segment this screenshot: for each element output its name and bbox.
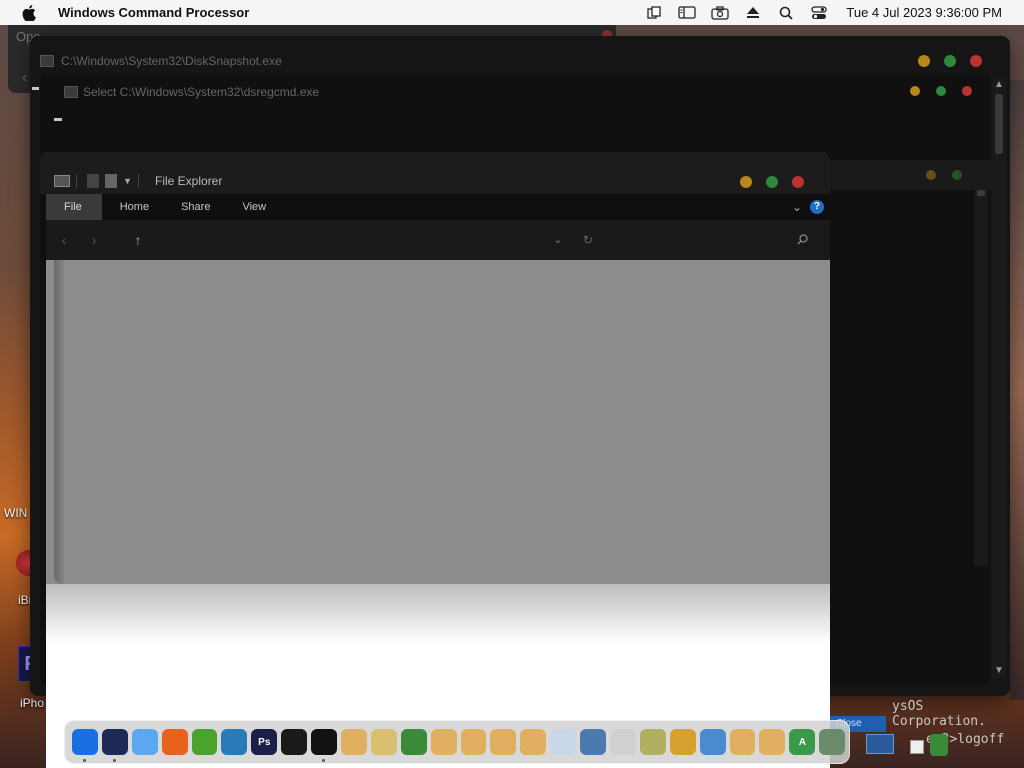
app-a-icon[interactable] — [341, 729, 367, 755]
close-icon[interactable] — [970, 55, 982, 67]
expand-ribbon-icon[interactable]: ⌄ — [792, 200, 802, 214]
folder-icon[interactable] — [131, 729, 158, 755]
sidecar-icon[interactable] — [645, 5, 663, 21]
app-a8-icon[interactable]: A — [789, 729, 816, 755]
explorer-app-icon — [54, 175, 70, 187]
chevron-down-icon[interactable]: ▼ — [123, 176, 132, 186]
photoshop-icon[interactable]: Ps — [251, 729, 278, 755]
maximize-icon[interactable] — [944, 55, 956, 67]
console-cursor — [32, 87, 39, 90]
drive-icon[interactable] — [910, 740, 924, 754]
maximize-icon[interactable] — [952, 170, 962, 180]
menu-bar: Windows Command Processor Tue 4 Jul 2023… — [0, 0, 1024, 25]
tab-share[interactable]: Share — [167, 194, 224, 220]
close-icon[interactable] — [792, 176, 804, 188]
minimize-icon[interactable] — [910, 86, 920, 96]
content-pane-edge — [54, 260, 64, 584]
back-icon[interactable]: ‹ — [56, 232, 72, 248]
file-explorer-title: File Explorer — [155, 174, 223, 188]
menu-bar-clock[interactable]: Tue 4 Jul 2023 9:36:00 PM — [846, 5, 1002, 20]
navigation-bar: ‹ › ↑ ⌄ ↻ — [46, 220, 830, 260]
ribbon-tabs: File Home Share View ⌄ ? — [46, 194, 830, 220]
chevron-left-icon[interactable]: ‹ — [22, 69, 27, 87]
firefox-icon[interactable] — [161, 729, 188, 755]
running-indicator — [83, 759, 86, 762]
tab-file[interactable]: File — [46, 194, 102, 220]
content-pane-overlay — [46, 260, 830, 584]
app-box-icon[interactable] — [819, 729, 846, 755]
dock-tray — [858, 730, 958, 760]
minimize-icon[interactable] — [926, 170, 936, 180]
content-pane-fade — [46, 584, 830, 644]
dsregcmd-title: Select C:\Windows\System32\dsregcmd.exe — [83, 85, 320, 99]
console-icon — [40, 55, 54, 67]
minimize-icon[interactable] — [918, 55, 930, 67]
app-pc-icon[interactable] — [699, 729, 726, 755]
app-a5-icon[interactable] — [520, 729, 547, 755]
utorrent-icon[interactable] — [191, 729, 218, 755]
dsregcmd-scrollbar[interactable] — [974, 174, 988, 566]
desktop-label-win[interactable]: WIN — [4, 506, 27, 520]
camera-icon[interactable] — [711, 5, 730, 21]
console-cursor — [54, 118, 62, 121]
forward-icon[interactable]: › — [86, 232, 102, 248]
app-a4-icon[interactable] — [490, 729, 517, 755]
new-folder-icon[interactable] — [105, 174, 117, 188]
app-a3-icon[interactable] — [460, 729, 487, 755]
app-doc-icon[interactable] — [550, 729, 577, 755]
running-indicator — [112, 759, 116, 762]
eject-icon[interactable] — [744, 5, 762, 21]
up-arrow-icon[interactable]: ↑ — [130, 232, 146, 248]
disksnapshot-title: C:\Windows\System32\DiskSnapshot.exe — [61, 54, 282, 68]
console-icon — [64, 86, 78, 98]
finder-icon[interactable] — [72, 729, 98, 762]
active-app-name[interactable]: Windows Command Processor — [58, 5, 249, 20]
sidebar-icon[interactable] — [678, 5, 697, 21]
toolbar-divider — [76, 174, 77, 188]
minimize-icon[interactable] — [740, 176, 752, 188]
preview-icon[interactable] — [221, 729, 248, 755]
app-a7-icon[interactable] — [759, 729, 786, 755]
close-icon[interactable] — [962, 86, 972, 96]
quick-access-toolbar: ▼ — [54, 174, 139, 188]
ribbon-controls: ⌄ ? — [792, 200, 824, 214]
app-settings-icon[interactable] — [610, 729, 636, 755]
apple-menu-icon[interactable] — [22, 4, 36, 21]
terminal-icon[interactable] — [311, 729, 338, 762]
search-icon[interactable] — [794, 232, 810, 248]
tab-view[interactable]: View — [228, 194, 280, 220]
maximize-icon[interactable] — [936, 86, 946, 96]
app-tools-icon[interactable] — [370, 729, 397, 755]
running-indicator — [322, 759, 326, 762]
control-center-icon[interactable] — [810, 5, 828, 21]
app-network-icon[interactable] — [580, 729, 607, 755]
launchpad-icon[interactable] — [101, 729, 128, 762]
refresh-icon[interactable]: ↻ — [580, 232, 596, 248]
toolbar-divider — [137, 174, 139, 188]
recycle-bin-icon[interactable] — [930, 734, 948, 756]
file-explorer-content[interactable] — [46, 260, 830, 768]
help-icon[interactable]: ? — [810, 200, 824, 214]
apple-app-icon[interactable] — [281, 729, 308, 755]
menu-bar-status-area: Tue 4 Jul 2023 9:36:00 PM — [630, 0, 1002, 25]
search-icon[interactable] — [777, 5, 795, 21]
file-explorer-window[interactable]: ▼ File Explorer File Home Share View ⌄ ?… — [40, 152, 830, 768]
scroll-down-icon[interactable]: ▼ — [992, 664, 1006, 678]
tab-home[interactable]: Home — [106, 194, 163, 220]
desktop-wallpaper-edge — [1010, 80, 1024, 700]
app-globe-icon[interactable] — [400, 729, 427, 755]
scroll-up-icon[interactable]: ▲ — [992, 78, 1006, 92]
app-monitor-icon[interactable] — [639, 729, 666, 755]
maximize-icon[interactable] — [766, 176, 778, 188]
terminal-text-line: ysOS Corporation. — [892, 699, 986, 729]
screen-icon[interactable] — [866, 734, 894, 754]
app-key-icon[interactable] — [669, 729, 696, 755]
scroll-thumb[interactable] — [995, 94, 1003, 154]
dock: Ps A — [64, 720, 850, 764]
address-dropdown-icon[interactable]: ⌄ — [550, 232, 566, 248]
app-a6-icon[interactable] — [729, 729, 756, 755]
file-explorer-titlebar[interactable]: ▼ File Explorer — [40, 152, 830, 194]
app-a2-icon[interactable] — [430, 729, 457, 755]
properties-icon[interactable] — [87, 174, 99, 188]
